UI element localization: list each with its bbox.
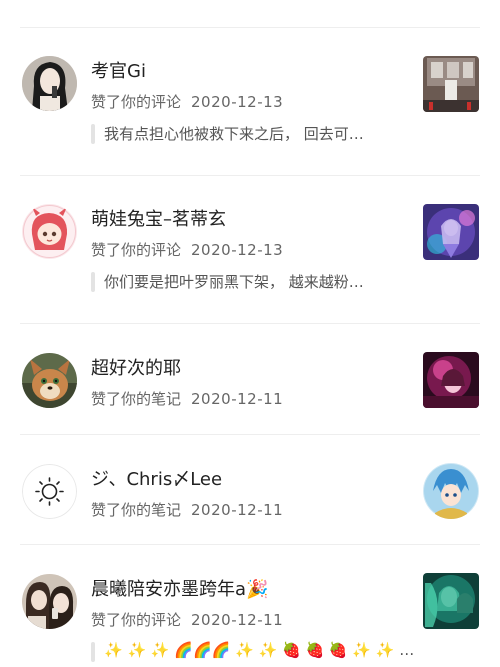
date-text: 2020-12-11 <box>191 390 284 408</box>
anime-girl-avatar[interactable] <box>22 204 77 259</box>
comment-quote[interactable]: 你们要是把叶罗丽黑下架， 越来越粉… <box>91 270 391 294</box>
date-text: 2020-12-11 <box>191 501 284 519</box>
notification-item[interactable]: ジ、Chris〆Lee 赞了你的笔记 2020-12-11 <box>0 435 500 545</box>
sun-icon-avatar[interactable] <box>22 464 77 519</box>
notification-meta: 赞了你的笔记 2020-12-11 <box>91 499 283 520</box>
notification-meta: 赞了你的笔记 2020-12-11 <box>91 388 283 409</box>
quote-bar <box>91 642 95 662</box>
fox-cartoon-avatar[interactable] <box>22 353 77 408</box>
action-text: 赞了你的评论 <box>91 93 182 111</box>
quote-text: ✨ ✨ ✨ 🌈🌈🌈 ✨ ✨ 🍓 🍓 🍓 ✨ ✨ … <box>104 641 415 659</box>
notification-item[interactable]: 晨曦陪安亦墨跨年a🎉 赞了你的评论 2020-12-11 ✨ ✨ ✨ 🌈🌈🌈 ✨ … <box>0 545 500 667</box>
glowing-character-thumbnail[interactable] <box>423 352 479 408</box>
action-text: 赞了你的笔记 <box>91 501 182 519</box>
notification-item[interactable]: 萌娃兔宝–茗蒂玄 赞了你的评论 2020-12-13 你们要是把叶罗丽黑下架， 越… <box>0 176 500 324</box>
user-name[interactable]: 考官Gi <box>91 57 146 83</box>
notification-meta: 赞了你的评论 2020-12-13 <box>91 239 283 260</box>
date-text: 2020-12-13 <box>191 93 284 111</box>
anime-boy-thumbnail[interactable] <box>423 463 479 519</box>
notification-meta: 赞了你的评论 2020-12-11 <box>91 609 283 630</box>
user-name[interactable]: 晨曦陪安亦墨跨年a🎉 <box>91 575 268 601</box>
notification-list-page: 考官Gi 赞了你的评论 2020-12-13 我有点担心他被救下来之后， 回去可… <box>0 0 500 667</box>
comment-quote[interactable]: 我有点担心他被救下来之后， 回去可… <box>91 122 391 146</box>
notification-item[interactable]: 考官Gi 赞了你的评论 2020-12-13 我有点担心他被救下来之后， 回去可… <box>0 28 500 176</box>
green-fairy-thumbnail[interactable] <box>423 573 479 629</box>
quote-text: 我有点担心他被救下来之后， 回去可… <box>104 125 364 143</box>
quote-text: 你们要是把叶罗丽黑下架， 越来越粉… <box>104 273 364 291</box>
date-text: 2020-12-13 <box>191 241 284 259</box>
user-name[interactable]: 萌娃兔宝–茗蒂玄 <box>91 205 226 231</box>
notification-meta: 赞了你的评论 2020-12-13 <box>91 91 283 112</box>
woman-portrait-avatar[interactable] <box>22 56 77 111</box>
user-name[interactable]: 超好次的耶 <box>91 354 181 380</box>
notification-item[interactable]: 超好次的耶 赞了你的笔记 2020-12-11 <box>0 324 500 435</box>
date-text: 2020-12-11 <box>191 611 284 629</box>
anime-character-thumbnail[interactable] <box>423 204 479 260</box>
user-name[interactable]: ジ、Chris〆Lee <box>91 465 222 491</box>
building-scene-thumbnail[interactable] <box>423 56 479 112</box>
comment-quote[interactable]: ✨ ✨ ✨ 🌈🌈🌈 ✨ ✨ 🍓 🍓 🍓 ✨ ✨ … <box>91 640 414 664</box>
action-text: 赞了你的评论 <box>91 241 182 259</box>
two-girls-avatar[interactable] <box>22 574 77 629</box>
action-text: 赞了你的笔记 <box>91 390 182 408</box>
quote-bar <box>91 124 95 144</box>
action-text: 赞了你的评论 <box>91 611 182 629</box>
quote-bar <box>91 272 95 292</box>
